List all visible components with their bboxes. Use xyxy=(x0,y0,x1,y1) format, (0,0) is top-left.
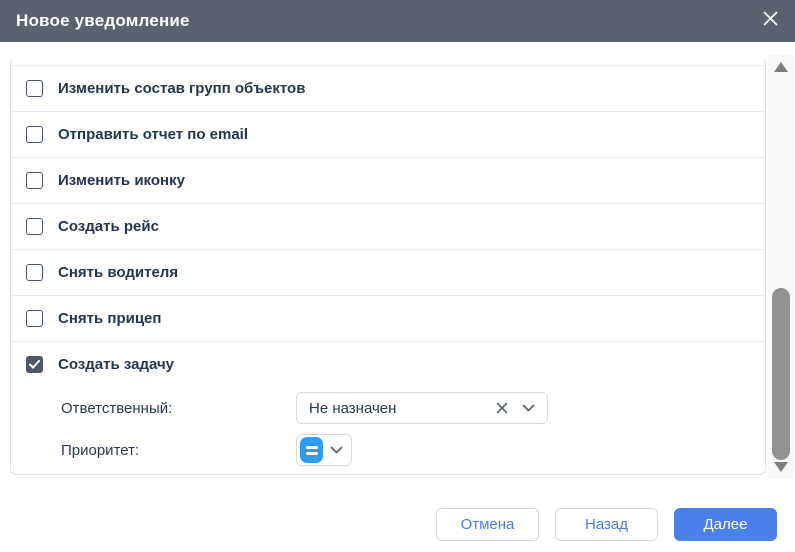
action-label: Изменить иконку xyxy=(58,172,185,189)
checkbox[interactable] xyxy=(26,218,43,235)
checkbox[interactable] xyxy=(26,172,43,189)
close-button[interactable] xyxy=(761,11,779,31)
close-icon xyxy=(763,11,778,31)
action-row-change-icon[interactable]: Изменить иконку xyxy=(11,158,765,204)
scrolled-row-sliver xyxy=(11,58,765,66)
checkbox[interactable] xyxy=(26,264,43,281)
chevron-down-icon[interactable] xyxy=(330,446,343,454)
priority-field-row: Приоритет: xyxy=(11,429,765,471)
action-label: Изменить состав групп объектов xyxy=(58,80,306,97)
responsible-value: Не назначен xyxy=(309,399,397,417)
action-row-remove-trailer[interactable]: Снять прицеп xyxy=(11,296,765,342)
chevron-down-icon[interactable] xyxy=(522,404,535,412)
dialog-header: Новое уведомление xyxy=(0,0,795,42)
action-label: Отправить отчет по email xyxy=(58,126,249,143)
next-button[interactable]: Далее xyxy=(674,508,777,541)
checkbox[interactable] xyxy=(26,356,43,373)
responsible-select[interactable]: Не назначен xyxy=(296,392,548,424)
checkbox[interactable] xyxy=(26,126,43,143)
checkbox[interactable] xyxy=(26,80,43,97)
action-label: Создать задачу xyxy=(58,356,174,373)
dialog-footer: Отмена Назад Далее xyxy=(0,508,795,541)
scrollbar-thumb[interactable] xyxy=(772,288,790,460)
clear-icon[interactable] xyxy=(496,402,508,414)
action-row-remove-driver[interactable]: Снять водителя xyxy=(11,250,765,296)
action-label: Снять водителя xyxy=(58,264,179,281)
list-scrollbar[interactable] xyxy=(768,55,794,479)
dialog-title: Новое уведомление xyxy=(16,11,190,30)
action-row-change-unit-groups[interactable]: Изменить состав групп объектов xyxy=(11,66,765,112)
action-row-create-task[interactable]: Создать задачу xyxy=(11,342,765,387)
action-label: Снять прицеп xyxy=(58,310,162,327)
action-row-create-trip[interactable]: Создать рейс xyxy=(11,204,765,250)
priority-select[interactable] xyxy=(296,434,352,466)
action-label: Создать рейс xyxy=(58,218,159,235)
scroll-down-icon[interactable] xyxy=(774,462,788,472)
priority-normal-icon xyxy=(300,437,323,463)
new-notification-dialog: Новое уведомление Изменить состав групп … xyxy=(0,0,795,552)
actions-list: Изменить состав групп объектов Отправить… xyxy=(10,57,766,475)
action-row-send-report-email[interactable]: Отправить отчет по email xyxy=(11,112,765,158)
back-button[interactable]: Назад xyxy=(555,508,658,541)
scroll-up-icon[interactable] xyxy=(774,62,788,72)
responsible-label: Ответственный: xyxy=(61,399,173,417)
responsible-field-row: Ответственный: Не назначен xyxy=(11,387,765,429)
checkbox[interactable] xyxy=(26,310,43,327)
cancel-button[interactable]: Отмена xyxy=(436,508,539,541)
priority-label: Приоритет: xyxy=(61,441,140,459)
